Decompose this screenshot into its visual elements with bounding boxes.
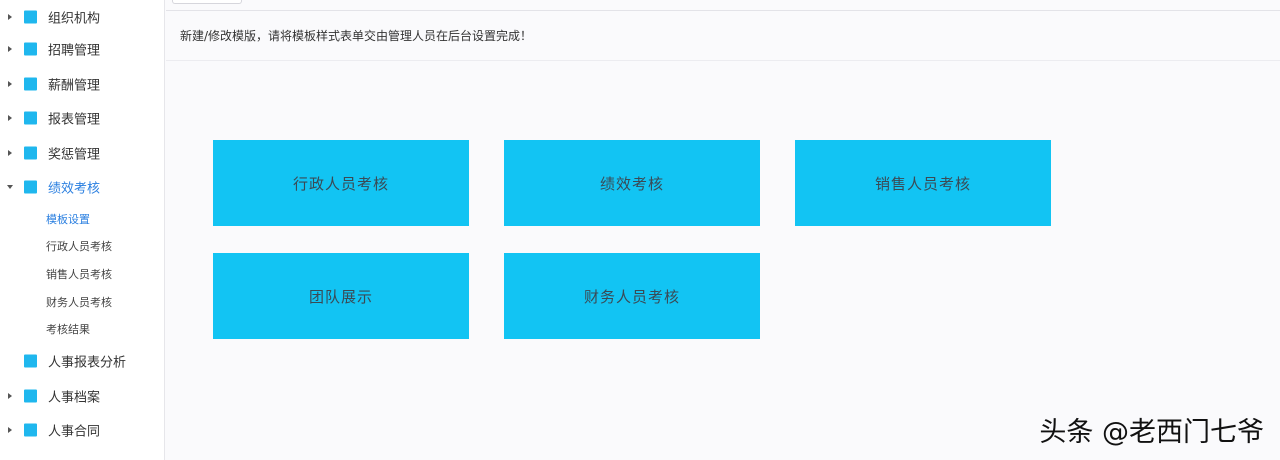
folder-square-icon xyxy=(24,180,37,194)
sidebar: 组织机构 招聘管理 薪酬管理 报表管理 奖惩管理 绩效考核 模板设置 行政人员考… xyxy=(0,0,165,460)
notice-text: 新建/修改模版，请将模板样式表单交由管理人员在后台设置完成！ xyxy=(180,29,533,43)
sidebar-subitem-sales-review[interactable]: 销售人员考核 xyxy=(0,260,165,288)
card-sales-review[interactable]: 销售人员考核 xyxy=(795,140,1051,226)
card-label: 行政人员考核 xyxy=(292,174,389,193)
sidebar-subitem-label: 销售人员考核 xyxy=(46,268,112,281)
sidebar-item-label: 薪酬管理 xyxy=(48,78,101,94)
sidebar-item-label: 组织机构 xyxy=(48,11,101,27)
tab-stub[interactable] xyxy=(172,0,242,4)
sidebar-item-recruit[interactable]: 招聘管理 xyxy=(0,32,165,66)
card-label: 绩效考核 xyxy=(599,174,664,193)
watermark-text: 头条 @老西门七爷 xyxy=(1039,417,1264,448)
caret-right-icon xyxy=(8,115,12,121)
sidebar-item-rewards[interactable]: 奖惩管理 xyxy=(0,136,165,170)
sidebar-item-org[interactable]: 组织机构 xyxy=(0,0,165,34)
caret-right-icon xyxy=(8,150,12,156)
caret-right-icon xyxy=(8,427,12,433)
sidebar-subitem-template[interactable]: 模板设置 xyxy=(0,205,165,233)
sidebar-item-label: 招聘管理 xyxy=(48,43,101,59)
card-team-showcase[interactable]: 团队展示 xyxy=(213,253,469,339)
card-admin-review[interactable]: 行政人员考核 xyxy=(213,140,469,226)
sidebar-item-hr-analysis[interactable]: 人事报表分析 xyxy=(0,344,165,378)
sidebar-subitem-label: 财务人员考核 xyxy=(46,296,112,309)
caret-right-icon xyxy=(8,46,12,52)
sidebar-subitem-label: 考核结果 xyxy=(46,323,90,336)
sidebar-item-label: 绩效考核 xyxy=(48,181,101,197)
sidebar-subitem-label: 行政人员考核 xyxy=(46,240,112,253)
folder-square-icon xyxy=(24,77,37,91)
card-label: 团队展示 xyxy=(308,287,373,306)
folder-square-icon xyxy=(24,389,37,403)
sidebar-subitem-finance-review[interactable]: 财务人员考核 xyxy=(0,288,165,316)
sidebar-subitem-label: 模板设置 xyxy=(46,213,90,226)
sidebar-item-hr-contracts[interactable]: 人事合同 xyxy=(0,413,165,447)
folder-square-icon xyxy=(24,111,37,125)
caret-right-icon xyxy=(8,81,12,87)
divider xyxy=(166,10,1280,11)
card-label: 销售人员考核 xyxy=(874,174,971,193)
sidebar-item-performance[interactable]: 绩效考核 xyxy=(0,170,165,204)
caret-right-icon xyxy=(8,393,12,399)
divider xyxy=(166,60,1280,61)
sidebar-item-label: 奖惩管理 xyxy=(48,147,101,163)
sidebar-subitem-review-results[interactable]: 考核结果 xyxy=(0,315,165,343)
app-window: 组织机构 招聘管理 薪酬管理 报表管理 奖惩管理 绩效考核 模板设置 行政人员考… xyxy=(0,0,1280,460)
folder-square-icon xyxy=(24,146,37,160)
card-finance-review[interactable]: 财务人员考核 xyxy=(504,253,760,339)
sidebar-item-label: 人事合同 xyxy=(48,424,101,440)
sidebar-item-salary[interactable]: 薪酬管理 xyxy=(0,67,165,101)
caret-right-icon xyxy=(8,14,12,20)
card-label: 财务人员考核 xyxy=(583,287,680,306)
folder-square-icon xyxy=(24,42,37,56)
folder-square-icon xyxy=(24,423,37,437)
sidebar-item-hr-files[interactable]: 人事档案 xyxy=(0,379,165,413)
sidebar-item-label: 报表管理 xyxy=(48,112,101,128)
sidebar-item-label: 人事报表分析 xyxy=(48,355,127,371)
folder-square-icon xyxy=(24,354,37,368)
main-content: 新建/修改模版，请将模板样式表单交由管理人员在后台设置完成！ 行政人员考核 绩效… xyxy=(166,0,1280,460)
sidebar-item-label: 人事档案 xyxy=(48,390,101,406)
card-performance-review[interactable]: 绩效考核 xyxy=(504,140,760,226)
sidebar-item-reports[interactable]: 报表管理 xyxy=(0,101,165,135)
folder-square-icon xyxy=(24,10,37,24)
sidebar-subitem-admin-review[interactable]: 行政人员考核 xyxy=(0,232,165,260)
caret-down-icon xyxy=(7,185,13,189)
